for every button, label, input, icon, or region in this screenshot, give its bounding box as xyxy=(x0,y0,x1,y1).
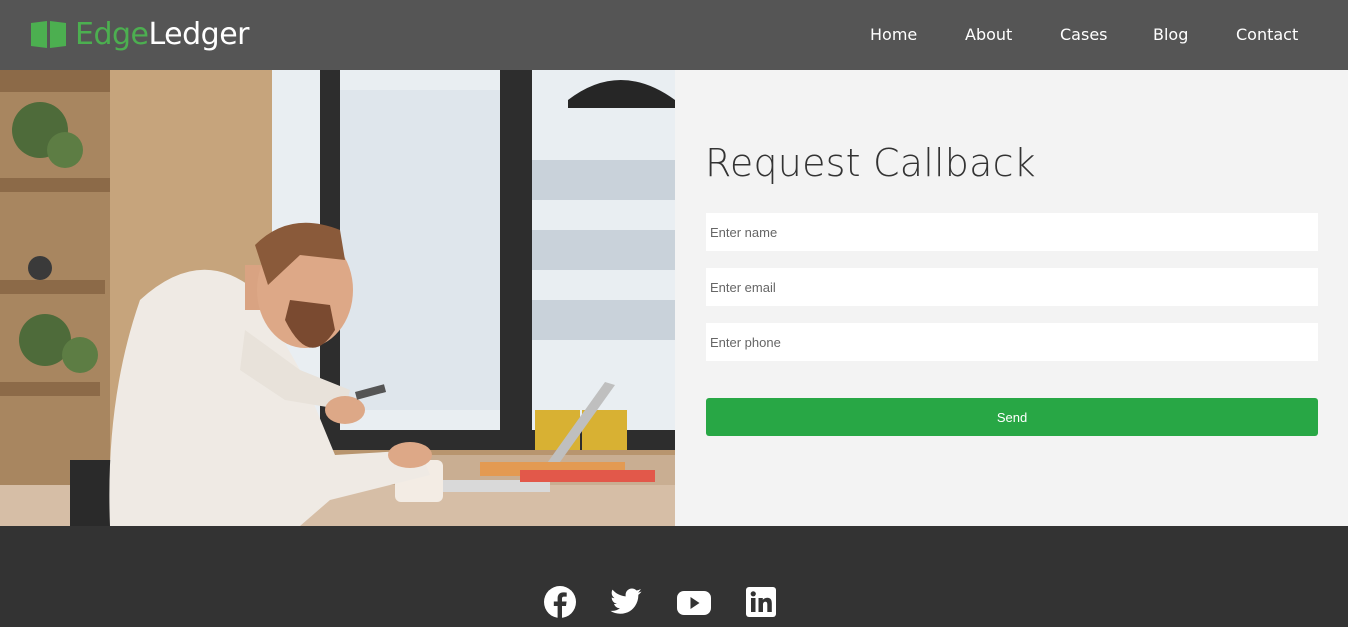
office-photo-illustration xyxy=(0,70,675,526)
form-title: Request Callback xyxy=(705,141,1036,185)
brand-name-part2: Ledger xyxy=(148,17,250,52)
phone-input[interactable] xyxy=(706,323,1318,361)
twitter-icon[interactable] xyxy=(609,585,643,619)
facebook-icon[interactable] xyxy=(543,585,577,619)
footer xyxy=(0,526,1348,627)
linkedin-icon[interactable] xyxy=(744,585,778,619)
send-button[interactable]: Send xyxy=(706,398,1318,436)
name-input[interactable] xyxy=(706,213,1318,251)
youtube-icon[interactable] xyxy=(677,585,711,619)
navbar: EdgeLedger Home About Cases Blog Contact xyxy=(0,0,1348,70)
callback-form-panel: Request Callback Send xyxy=(675,70,1348,526)
hero-image xyxy=(0,70,675,526)
nav-link-cases[interactable]: Cases xyxy=(1060,24,1108,46)
brand-logo-link[interactable]: EdgeLedger xyxy=(30,14,250,56)
nav-link-home[interactable]: Home xyxy=(870,24,917,46)
brand-name-part1: Edge xyxy=(75,17,149,52)
nav-link-blog[interactable]: Blog xyxy=(1153,24,1188,46)
email-input[interactable] xyxy=(706,268,1318,306)
nav-link-about[interactable]: About xyxy=(965,24,1012,46)
brand-name: EdgeLedger xyxy=(75,14,250,56)
nav-link-contact[interactable]: Contact xyxy=(1236,24,1298,46)
book-icon xyxy=(31,21,66,48)
